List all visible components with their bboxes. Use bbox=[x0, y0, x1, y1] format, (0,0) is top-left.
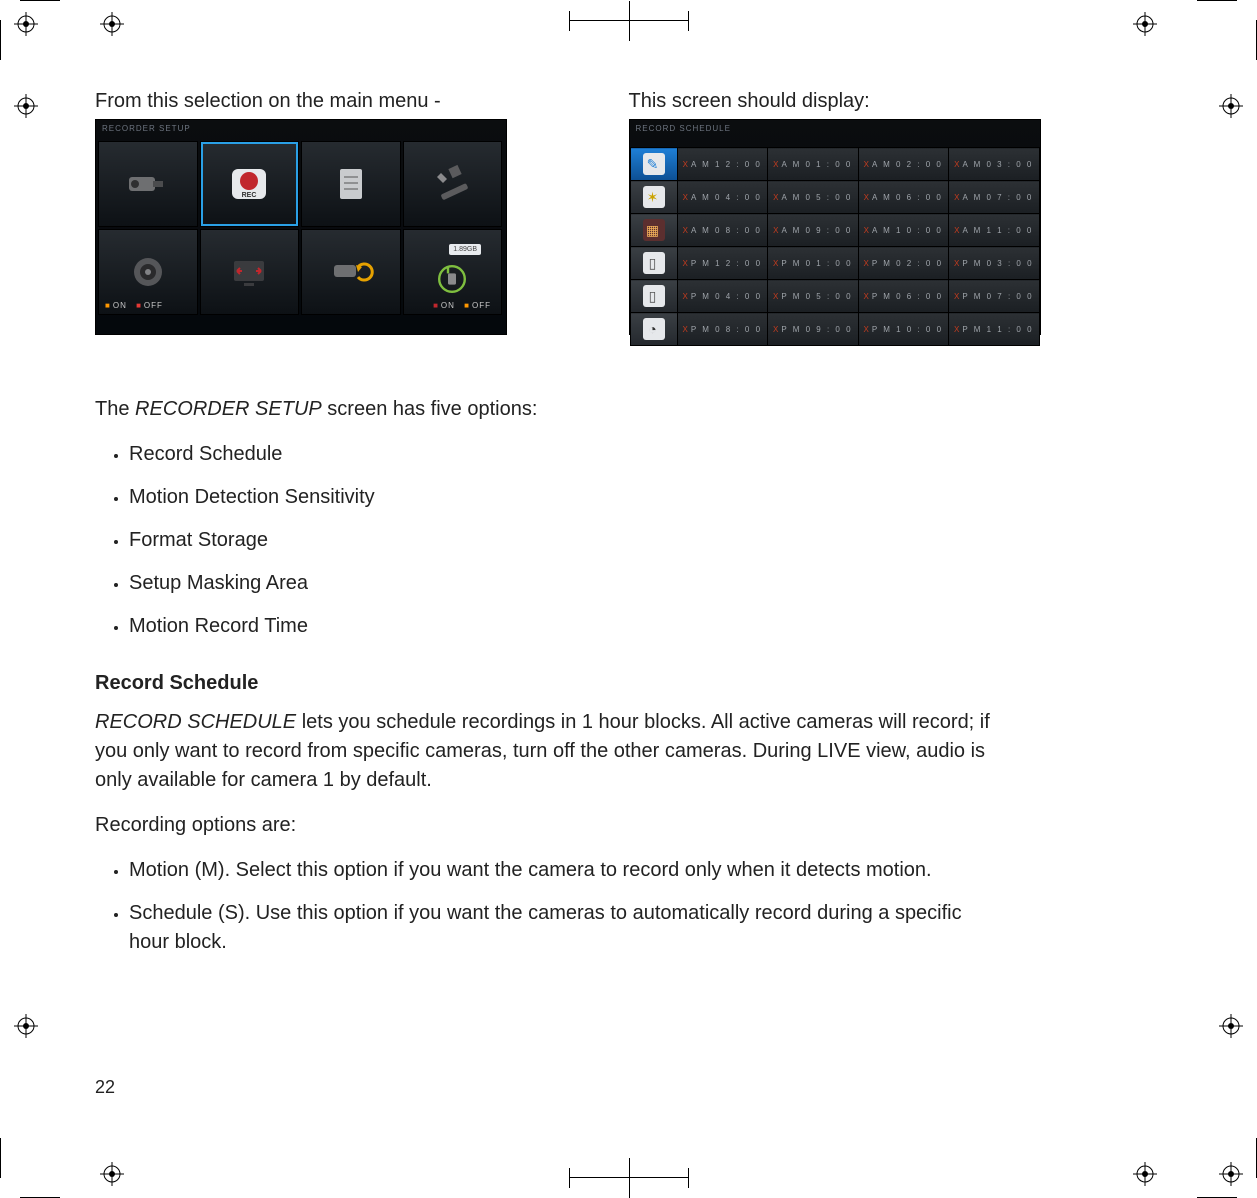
list-item: Motion Record Time bbox=[129, 612, 1005, 641]
list-item: Record Schedule bbox=[129, 440, 1005, 469]
crop-mark bbox=[1197, 1138, 1257, 1198]
schedule-cell[interactable]: XA M 0 2 : 0 0 bbox=[858, 148, 949, 181]
on-off-label: ■ON ■OFF bbox=[427, 301, 491, 310]
schedule-cell[interactable]: XA M 1 1 : 0 0 bbox=[949, 214, 1040, 247]
list-item: Setup Masking Area bbox=[129, 569, 1005, 598]
hammer-wrench-icon bbox=[427, 159, 477, 209]
menu-cell-record[interactable]: REC bbox=[200, 141, 300, 227]
list-item: Motion (M). Select this option if you wa… bbox=[129, 856, 1005, 885]
schedule-cell[interactable]: XP M 0 3 : 0 0 bbox=[949, 247, 1040, 280]
schedule-cell[interactable]: XP M 1 1 : 0 0 bbox=[949, 313, 1040, 346]
figure-record-schedule: This screen should display: RECORD SCHED… bbox=[629, 90, 1123, 335]
registration-mark-icon bbox=[1133, 12, 1157, 36]
figure-recorder-setup: From this selection on the main menu - R… bbox=[95, 90, 589, 335]
schedule-cell[interactable]: XP M 0 1 : 0 0 bbox=[768, 247, 859, 280]
svg-text:REC: REC bbox=[242, 192, 257, 199]
menu-cell-sd[interactable]: 1.89GB ■ON ■OFF bbox=[403, 229, 503, 315]
list-item: Format Storage bbox=[129, 526, 1005, 555]
schedule-cell[interactable]: XP M 0 4 : 0 0 bbox=[677, 280, 768, 313]
schedule-side-icon[interactable]: ▯ bbox=[630, 280, 677, 313]
schedule-side-icon[interactable]: ▦ bbox=[630, 214, 677, 247]
screenshot-title: RECORD SCHEDULE bbox=[630, 120, 1040, 147]
menu-cell-list[interactable] bbox=[301, 141, 401, 227]
menu-cell-tools[interactable] bbox=[403, 141, 503, 227]
schedule-cell[interactable]: XA M 0 5 : 0 0 bbox=[768, 181, 859, 214]
figure-caption: From this selection on the main menu - bbox=[95, 90, 589, 113]
schedule-side-icon[interactable]: ▯ bbox=[630, 247, 677, 280]
section-heading: Record Schedule bbox=[95, 669, 1005, 698]
screenshot-record-schedule: RECORD SCHEDULE ✎XA M 1 2 : 0 0XA M 0 1 … bbox=[629, 119, 1041, 335]
schedule-cell[interactable]: XA M 0 7 : 0 0 bbox=[949, 181, 1040, 214]
menu-cell-camera-cycle[interactable] bbox=[301, 229, 401, 315]
schedule-table: ✎XA M 1 2 : 0 0XA M 0 1 : 0 0XA M 0 2 : … bbox=[630, 147, 1040, 346]
paragraph: Recording options are: bbox=[95, 811, 1005, 840]
schedule-cell[interactable]: XA M 0 6 : 0 0 bbox=[858, 181, 949, 214]
options-list: Record Schedule Motion Detection Sensitiv… bbox=[95, 440, 1005, 641]
recording-options-list: Motion (M). Select this option if you wa… bbox=[95, 856, 1005, 957]
center-tick bbox=[569, 20, 689, 21]
menu-cell-camera[interactable] bbox=[98, 141, 198, 227]
schedule-cell[interactable]: XA M 0 9 : 0 0 bbox=[768, 214, 859, 247]
crop-mark bbox=[0, 1138, 60, 1198]
schedule-cell[interactable]: XP M 1 0 : 0 0 bbox=[858, 313, 949, 346]
schedule-cell[interactable]: XA M 0 4 : 0 0 bbox=[677, 181, 768, 214]
intro-line: The RECORDER SETUP screen has five optio… bbox=[95, 395, 1005, 424]
schedule-cell[interactable]: XA M 1 2 : 0 0 bbox=[677, 148, 768, 181]
schedule-cell[interactable]: XA M 1 0 : 0 0 bbox=[858, 214, 949, 247]
menu-cell-display[interactable] bbox=[200, 229, 300, 315]
list-item: Motion Detection Sensitivity bbox=[129, 483, 1005, 512]
page-content: From this selection on the main menu - R… bbox=[95, 90, 1122, 1028]
on-off-label: ■ON ■OFF bbox=[105, 301, 163, 310]
registration-mark-icon bbox=[14, 12, 38, 36]
registration-mark-icon bbox=[14, 1014, 38, 1038]
menu-cell-volume[interactable]: ■ON ■OFF bbox=[98, 229, 198, 315]
record-icon: REC bbox=[224, 159, 274, 209]
page-number: 22 bbox=[95, 1077, 115, 1098]
schedule-cell[interactable]: XA M 0 8 : 0 0 bbox=[677, 214, 768, 247]
crop-mark bbox=[1197, 0, 1257, 60]
schedule-cell[interactable]: XP M 0 2 : 0 0 bbox=[858, 247, 949, 280]
registration-mark-icon bbox=[1133, 1162, 1157, 1186]
camera-cycle-icon bbox=[326, 247, 376, 297]
screenshot-recorder-setup: RECORDER SETUP REC bbox=[95, 119, 507, 335]
schedule-cell[interactable]: XP M 0 7 : 0 0 bbox=[949, 280, 1040, 313]
screenshot-title: RECORDER SETUP bbox=[96, 120, 506, 141]
center-tick bbox=[569, 1177, 689, 1178]
registration-mark-icon bbox=[1219, 1162, 1243, 1186]
schedule-side-icon[interactable]: ◔ bbox=[630, 313, 677, 346]
list-item: Schedule (S). Use this option if you wan… bbox=[129, 899, 1005, 957]
schedule-cell[interactable]: XP M 0 8 : 0 0 bbox=[677, 313, 768, 346]
crop-mark bbox=[0, 0, 60, 60]
monitor-arrows-icon bbox=[224, 247, 274, 297]
registration-mark-icon bbox=[1219, 94, 1243, 118]
schedule-cell[interactable]: XP M 0 6 : 0 0 bbox=[858, 280, 949, 313]
schedule-side-icon[interactable]: ✎ bbox=[630, 148, 677, 181]
schedule-cell[interactable]: XP M 1 2 : 0 0 bbox=[677, 247, 768, 280]
speaker-icon bbox=[123, 247, 173, 297]
paragraph: RECORD SCHEDULE lets you schedule record… bbox=[95, 708, 1005, 795]
schedule-side-icon[interactable]: ✶ bbox=[630, 181, 677, 214]
schedule-cell[interactable]: XP M 0 9 : 0 0 bbox=[768, 313, 859, 346]
document-icon bbox=[326, 159, 376, 209]
schedule-cell[interactable]: XA M 0 3 : 0 0 bbox=[949, 148, 1040, 181]
registration-mark-icon bbox=[100, 12, 124, 36]
schedule-cell[interactable]: XP M 0 5 : 0 0 bbox=[768, 280, 859, 313]
registration-mark-icon bbox=[1219, 1014, 1243, 1038]
figure-caption: This screen should display: bbox=[629, 90, 1123, 113]
sd-card-icon bbox=[427, 254, 477, 304]
body-text: The RECORDER SETUP screen has five optio… bbox=[95, 395, 1005, 957]
sd-size-badge: 1.89GB bbox=[449, 244, 481, 255]
registration-mark-icon bbox=[14, 94, 38, 118]
registration-mark-icon bbox=[100, 1162, 124, 1186]
schedule-cell[interactable]: XA M 0 1 : 0 0 bbox=[768, 148, 859, 181]
camera-icon bbox=[123, 159, 173, 209]
